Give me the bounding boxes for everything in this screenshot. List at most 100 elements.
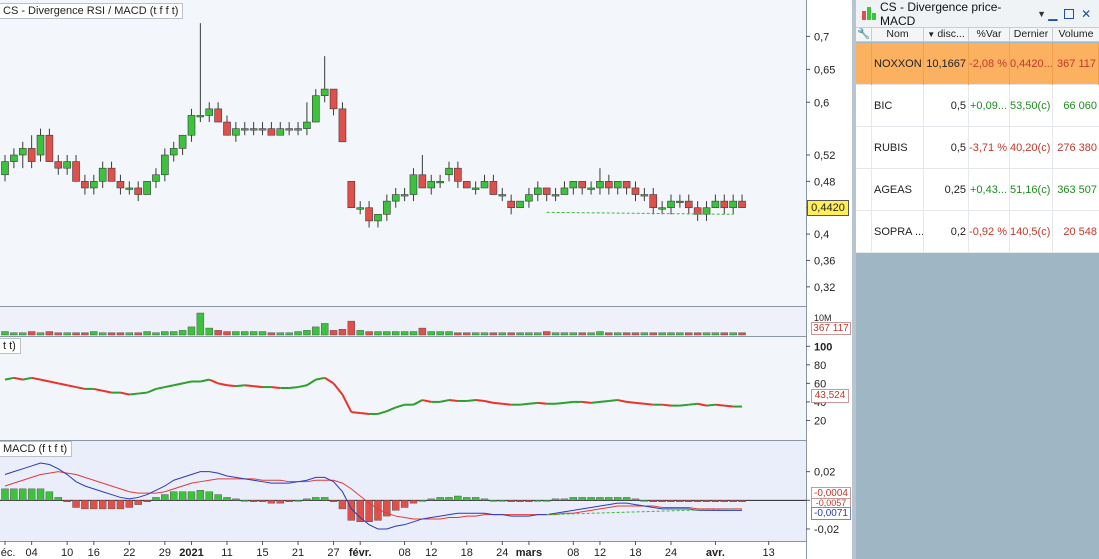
row-disc: 0,5: [924, 84, 969, 127]
volume-bar: [400, 331, 409, 336]
macd-histogram-bar: [596, 497, 604, 501]
col-header-volume[interactable]: Volume: [1053, 28, 1099, 42]
col-header-name[interactable]: Nom: [872, 28, 924, 42]
candle-body: [205, 108, 214, 116]
candle-body: [311, 95, 320, 123]
list-titlebar[interactable]: CS - Divergence price-MACD ▼ ▁ ✕: [856, 0, 1099, 28]
macd-histogram-bar: [170, 491, 178, 501]
rsi-line-segment: [138, 391, 148, 395]
maximize-icon[interactable]: [1063, 7, 1077, 21]
close-icon[interactable]: ✕: [1079, 7, 1093, 21]
list-row[interactable]: RUBIS 0,5 -3,71 % 40,20(c) 276 380: [856, 126, 1099, 169]
volume-bar: [463, 332, 471, 336]
candle-body: [525, 194, 533, 202]
rsi-tick-label: 20: [814, 415, 826, 427]
volume-bar: [622, 332, 631, 336]
volume-bar: [667, 332, 675, 336]
row-marker: [856, 126, 872, 169]
volume-bar: [569, 332, 578, 336]
candle-body: [693, 207, 702, 215]
macd-histogram-bar: [631, 498, 640, 501]
volume-bar: [134, 332, 142, 336]
rsi-line-segment: [351, 411, 361, 415]
volume-bar: [507, 332, 515, 336]
candle-body: [640, 194, 649, 197]
candle-body: [72, 161, 80, 182]
col-header-disc[interactable]: ▼ disc...: [924, 28, 969, 42]
macd-histogram-bar: [392, 500, 400, 511]
candle-body: [338, 108, 347, 143]
list-row[interactable]: BIC 0,5 +0,09... 53,50(c) 66 060: [856, 84, 1099, 127]
x-tick-label: déc.: [0, 547, 15, 559]
macd-histogram-bar: [10, 488, 18, 501]
candle-body: [240, 128, 249, 131]
volume-bar: [551, 332, 560, 336]
volume-bar: [392, 331, 400, 336]
rsi-line-segment: [528, 401, 538, 405]
rsi-line-segment: [608, 399, 618, 402]
candle-body: [507, 200, 515, 209]
macd-histogram-bar: [702, 500, 711, 502]
wrench-icon[interactable]: 🔧: [856, 28, 872, 42]
volume-bar: [445, 331, 453, 336]
volume-bar: [498, 332, 506, 336]
volume-bar: [711, 332, 720, 336]
macd-histogram-bar: [534, 500, 542, 502]
macd-histogram-bar: [720, 500, 728, 502]
candle-body: [152, 174, 160, 182]
macd-panel-title[interactable]: MACD (f t f t): [0, 441, 73, 457]
rsi-tick-label: 100: [814, 341, 832, 353]
rsi-panel-bg: [0, 337, 806, 440]
volume-bar: [560, 332, 569, 336]
rsi-panel-title[interactable]: t t): [0, 338, 21, 354]
candle-body: [702, 207, 711, 215]
list-row[interactable]: NOXXON 10,1667 -2,08 % 0,4420... 367 117: [856, 42, 1099, 85]
list-row[interactable]: AGEAS 0,25 +0,43... 51,16(c) 363 507: [856, 168, 1099, 211]
macd-histogram-bar: [463, 497, 471, 501]
macd-histogram-bar: [276, 500, 284, 504]
macd-histogram-bar: [471, 497, 480, 501]
row-last: 0,4420...: [1010, 42, 1053, 85]
candlestick-icon: [862, 7, 876, 20]
volume-bar: [143, 331, 151, 336]
candle-body: [63, 161, 71, 169]
chart-window[interactable]: 0,70,650,60,520,480,440,40,360,321008060…: [0, 0, 852, 559]
rsi-line-segment: [599, 399, 609, 403]
volume-bar: [10, 332, 18, 336]
macd-histogram-bar: [72, 500, 80, 508]
volume-bar: [596, 331, 604, 336]
rsi-line-segment: [466, 399, 476, 402]
dropdown-arrow-icon[interactable]: ▼: [1037, 9, 1046, 19]
candle-body: [711, 200, 720, 209]
volume-bar: [205, 327, 213, 336]
volume-bar: [534, 332, 542, 336]
candle-body: [347, 181, 356, 209]
list-row[interactable]: SOPRA ... 0,2 -0,92 % 140,5(c) 20 548: [856, 210, 1099, 253]
candle-body: [249, 128, 258, 131]
minimize-icon[interactable]: ▁: [1046, 7, 1060, 21]
rsi-line-segment: [590, 400, 601, 404]
col-header-last[interactable]: Dernier: [1010, 28, 1053, 42]
macd-histogram-bar: [223, 497, 231, 501]
list-window[interactable]: CS - Divergence price-MACD ▼ ▁ ✕ 🔧 Nom ▼…: [856, 0, 1099, 559]
candle-body: [622, 181, 631, 189]
chart-title[interactable]: CS - Divergence RSI / MACD (t f f t): [0, 3, 184, 19]
chart-canvas[interactable]: 0,70,650,60,520,480,440,40,360,321008060…: [0, 0, 852, 559]
rsi-line-segment: [519, 402, 530, 406]
x-tick-label: 24: [496, 547, 508, 559]
col-header-var[interactable]: %Var: [969, 28, 1010, 42]
volume-bar: [54, 332, 62, 336]
candle-body: [436, 181, 444, 184]
candle-body: [720, 200, 729, 209]
macd-histogram-bar: [587, 497, 595, 501]
volume-bar: [249, 331, 258, 336]
rsi-line-segment: [564, 400, 574, 404]
volume-bar: [161, 331, 169, 336]
candle-body: [738, 200, 746, 209]
col-header-disc-label: disc...: [937, 28, 965, 40]
rsi-line-segment: [582, 400, 592, 404]
macd-histogram-bar: [507, 500, 515, 502]
macd-histogram-bar: [667, 500, 675, 502]
volume-bar: [98, 332, 107, 336]
volume-bar: [63, 332, 71, 336]
